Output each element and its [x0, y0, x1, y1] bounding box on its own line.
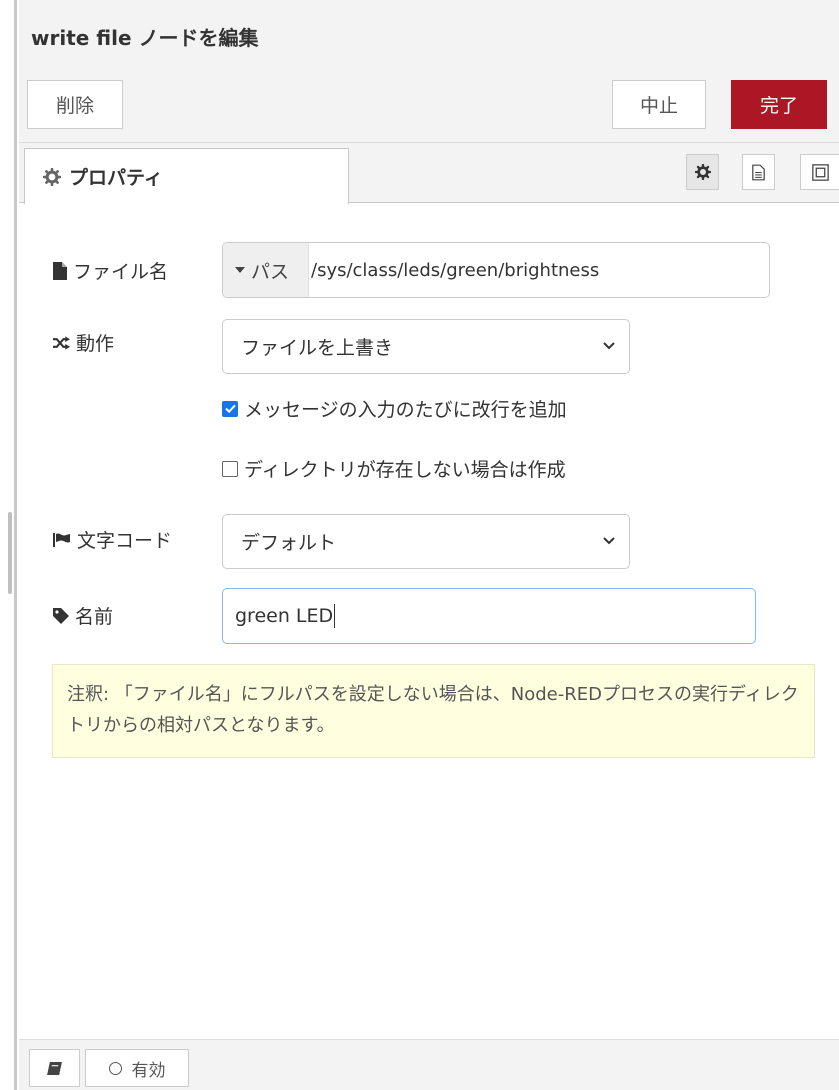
action-select[interactable]: ファイルを上書き — [222, 319, 630, 374]
help-button[interactable] — [29, 1049, 80, 1087]
encoding-label: 文字コード — [77, 530, 173, 552]
append-newline-option[interactable]: メッセージの入力のたびに改行を追加 — [222, 395, 567, 422]
name-label: 名前 — [75, 606, 114, 628]
encoding-label-group: 文字コード — [53, 526, 172, 553]
text-cursor — [334, 604, 336, 628]
caret-down-icon — [235, 267, 245, 273]
tab-properties-label: プロパティ — [69, 167, 163, 189]
tab-properties[interactable]: プロパティ — [24, 148, 349, 204]
workspace-edge — [0, 0, 19, 1090]
toggle-circle-icon — [108, 1061, 122, 1075]
document-icon — [752, 164, 765, 180]
encoding-select[interactable]: デフォルト — [222, 514, 630, 569]
file-icon — [53, 261, 67, 280]
filename-typed-input: パス /sys/class/leds/green/brightness — [222, 242, 770, 298]
gear-icon — [694, 164, 711, 180]
done-button[interactable]: 完了 — [731, 80, 827, 129]
cancel-button[interactable]: 中止 — [612, 80, 706, 129]
tip-box: 注釈: 「ファイル名」にフルパスを設定しない場合は、Node-REDプロセスの実… — [52, 664, 815, 758]
resize-handle[interactable] — [8, 512, 12, 594]
tag-icon — [53, 607, 69, 624]
filename-type-select[interactable]: パス — [223, 243, 309, 297]
encoding-select-value: デフォルト — [241, 532, 337, 554]
tray-header: write file ノードを編集 削除 中止 完了 — [19, 0, 839, 143]
flag-icon — [53, 532, 70, 547]
create-dir-option[interactable]: ディレクトリが存在しない場合は作成 — [222, 455, 566, 482]
delete-button[interactable]: 削除 — [27, 80, 123, 129]
frame-icon — [811, 163, 829, 181]
book-icon — [47, 1061, 62, 1075]
shuffle-icon — [53, 335, 70, 350]
tray-footer: 有効 — [19, 1039, 839, 1090]
edit-tray: write file ノードを編集 削除 中止 完了 プロパティ ファイル名 パ… — [19, 0, 839, 1090]
enabled-toggle[interactable]: 有効 — [85, 1049, 189, 1087]
create-dir-label: ディレクトリが存在しない場合は作成 — [244, 459, 566, 481]
name-label-group: 名前 — [53, 602, 113, 629]
filename-label: ファイル名 — [73, 261, 169, 283]
name-input[interactable]: green LED — [222, 588, 756, 644]
action-select-value: ファイルを上書き — [241, 337, 394, 359]
chevron-down-icon — [603, 537, 615, 545]
action-label-group: 動作 — [53, 329, 114, 356]
name-input-value: green LED — [235, 605, 334, 627]
append-newline-label: メッセージの入力のたびに改行を追加 — [244, 399, 567, 421]
filename-input[interactable]: /sys/class/leds/green/brightness — [309, 243, 769, 297]
action-label: 動作 — [76, 333, 115, 355]
settings-tab-button[interactable] — [686, 154, 719, 190]
enabled-label: 有効 — [131, 1060, 166, 1081]
edge-divider — [14, 0, 17, 1090]
tray-title: write file ノードを編集 — [31, 26, 259, 50]
properties-panel: ファイル名 パス /sys/class/leds/green/brightnes… — [19, 204, 839, 1039]
gear-icon — [43, 167, 61, 186]
append-newline-checkbox[interactable] — [222, 400, 238, 417]
chevron-down-icon — [603, 342, 615, 350]
checkmark-icon — [224, 404, 236, 413]
create-dir-checkbox[interactable] — [222, 460, 238, 477]
tip-text: 注釈: 「ファイル名」にフルパスを設定しない場合は、Node-REDプロセスの実… — [67, 684, 799, 736]
filename-type-label: パス — [251, 260, 290, 283]
description-tab-button[interactable] — [742, 154, 775, 190]
appearance-tab-button[interactable] — [800, 154, 839, 190]
filename-label-group: ファイル名 — [53, 257, 168, 284]
